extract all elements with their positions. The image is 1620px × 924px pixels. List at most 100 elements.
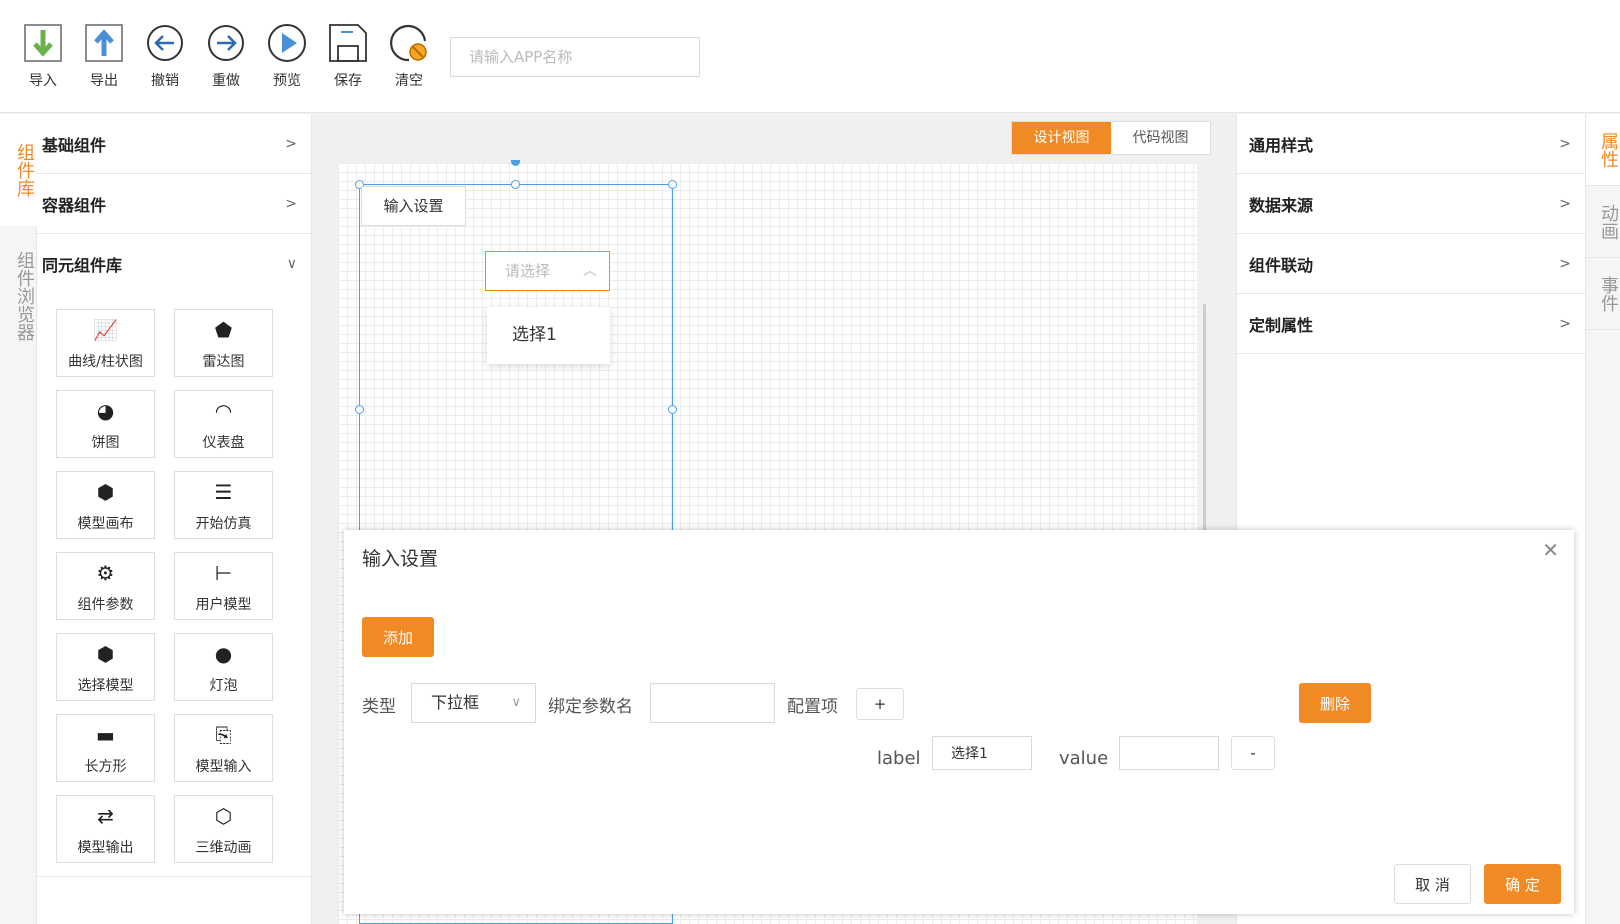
input-settings-button[interactable]: 输入设置 <box>361 186 466 226</box>
remove-option-button[interactable]: - <box>1231 736 1275 770</box>
right-tab-bar: 属性 动画 事件 <box>1585 114 1620 924</box>
section-label: 基础组件 <box>42 135 107 155</box>
save-label: 保存 <box>334 73 362 89</box>
component-item[interactable]: ◕ 饼图 <box>56 390 155 458</box>
section-custom-properties[interactable]: 定制属性 > <box>1237 294 1585 354</box>
tab-events[interactable]: 事件 <box>1586 258 1620 330</box>
chevron-up-icon: ︿ <box>583 263 597 279</box>
chevron-down-icon: ∨ <box>286 256 297 272</box>
design-view-tab[interactable]: 设计视图 <box>1012 122 1111 154</box>
cancel-button[interactable]: 取 消 <box>1394 864 1471 904</box>
clear-button[interactable]: 清空 <box>384 22 434 90</box>
chevron-right-icon: > <box>1559 135 1571 152</box>
settings-doc-icon: ⚙ <box>96 561 115 585</box>
component-item[interactable]: ⇄ 模型输出 <box>56 795 155 863</box>
import-label: 导入 <box>29 73 57 89</box>
input-settings-dialog: 输入设置 ✕ 添加 类型 下拉框 ∨ 绑定参数名 配置项 + 删除 label … <box>344 530 1574 914</box>
component-item[interactable]: ⬟ 雷达图 <box>174 309 273 377</box>
section-basic-components[interactable]: 基础组件 > <box>37 114 311 174</box>
component-label: 仪表盘 <box>202 435 245 451</box>
close-icon[interactable]: ✕ <box>1542 540 1559 560</box>
component-item[interactable]: ☰ 开始仿真 <box>174 471 273 539</box>
export-button[interactable]: 导出 <box>79 22 129 90</box>
export-icon <box>85 24 123 62</box>
preview-button[interactable]: 预览 <box>262 22 312 90</box>
canvas-select[interactable]: 请选择 ︿ <box>485 251 610 291</box>
ok-button[interactable]: 确 定 <box>1484 864 1561 904</box>
import-icon <box>24 24 62 62</box>
tab-properties[interactable]: 属性 <box>1586 114 1620 186</box>
add-config-button[interactable]: + <box>856 688 904 720</box>
preview-icon <box>268 24 306 62</box>
component-item[interactable]: ◠ 仪表盘 <box>174 390 273 458</box>
section-label: 定制属性 <box>1249 315 1314 335</box>
chevron-right-icon: > <box>1559 315 1571 332</box>
type-select[interactable]: 下拉框 ∨ <box>411 683 536 723</box>
component-item[interactable]: 📈 曲线/柱状图 <box>56 309 155 377</box>
list-icon: ☰ <box>214 480 233 504</box>
component-label: 开始仿真 <box>195 516 252 532</box>
clear-label: 清空 <box>395 73 423 89</box>
component-label: 灯泡 <box>209 678 238 694</box>
cube-icon: ⬢ <box>96 480 115 504</box>
option-label-input[interactable] <box>932 736 1032 770</box>
section-label: 通用样式 <box>1249 135 1314 155</box>
redo-icon <box>208 25 244 61</box>
section-data-source[interactable]: 数据来源 > <box>1237 174 1585 234</box>
component-label: 三维动画 <box>195 840 252 856</box>
redo-button[interactable]: 重做 <box>201 22 251 90</box>
component-item[interactable]: ⬢ 选择模型 <box>56 633 155 701</box>
save-button[interactable]: 保存 <box>323 22 373 90</box>
section-container-components[interactable]: 容器组件 > <box>37 174 311 234</box>
component-item[interactable]: ● 灯泡 <box>174 633 273 701</box>
section-label: 数据来源 <box>1249 195 1314 215</box>
resize-handle[interactable] <box>355 405 364 414</box>
divider <box>37 876 312 877</box>
chevron-right-icon: > <box>1559 255 1571 272</box>
section-general-style[interactable]: 通用样式 > <box>1237 114 1585 174</box>
save-icon <box>329 24 367 62</box>
component-item[interactable]: ⬢ 模型画布 <box>56 471 155 539</box>
export-label: 导出 <box>90 73 118 89</box>
tab-animation[interactable]: 动画 <box>1586 186 1620 258</box>
undo-button[interactable]: 撤销 <box>140 22 190 90</box>
component-item[interactable]: ⎘ 模型输入 <box>174 714 273 782</box>
import-button[interactable]: 导入 <box>18 22 68 90</box>
option-value-label: value <box>1059 748 1109 769</box>
section-component-linkage[interactable]: 组件联动 > <box>1237 234 1585 294</box>
bulb-icon: ● <box>214 642 233 666</box>
delete-button[interactable]: 删除 <box>1299 683 1371 723</box>
add-button[interactable]: 添加 <box>362 617 434 657</box>
bind-param-input[interactable] <box>650 683 775 723</box>
type-select-value: 下拉框 <box>431 693 480 712</box>
resize-handle[interactable] <box>668 180 677 189</box>
component-panel: 基础组件 > 容器组件 > 同元组件库 ∨ 📈 曲线/柱状图 ⬟ 雷达图 ◕ 饼图 ◠ 仪表盘… <box>37 114 312 924</box>
radar-chart-icon: ⬟ <box>214 318 233 342</box>
component-item[interactable]: ▬ 长方形 <box>56 714 155 782</box>
left-tab-bar: 组件库 组件浏览器 <box>0 114 37 924</box>
clear-icon <box>390 24 427 62</box>
component-label: 组件参数 <box>77 597 134 613</box>
component-label: 长方形 <box>84 759 127 775</box>
resize-handle[interactable] <box>511 180 520 189</box>
app-name-input[interactable] <box>450 37 700 77</box>
shuffle-icon: ⇄ <box>97 804 114 828</box>
gauge-icon: ◠ <box>214 399 233 423</box>
bind-param-label: 绑定参数名 <box>548 697 633 717</box>
option-value-input[interactable] <box>1119 736 1219 770</box>
component-label: 模型画布 <box>77 516 134 532</box>
chevron-right-icon: > <box>285 195 297 212</box>
chevron-down-icon: ∨ <box>511 695 521 710</box>
component-item[interactable]: ⬡ 三维动画 <box>174 795 273 863</box>
tab-component-browser[interactable]: 组件浏览器 <box>0 226 37 366</box>
code-view-tab[interactable]: 代码视图 <box>1111 122 1210 154</box>
component-item[interactable]: ⊢ 用户模型 <box>174 552 273 620</box>
resize-handle[interactable] <box>668 405 677 414</box>
select-dropdown: 选择1 <box>487 307 610 364</box>
tab-component-library[interactable]: 组件库 <box>0 114 37 226</box>
section-tongyuan-components[interactable]: 同元组件库 ∨ <box>37 234 311 294</box>
component-item[interactable]: ⚙ 组件参数 <box>56 552 155 620</box>
component-label: 雷达图 <box>202 354 245 370</box>
dropdown-option[interactable]: 选择1 <box>487 307 610 364</box>
rectangle-icon: ▬ <box>96 723 115 747</box>
